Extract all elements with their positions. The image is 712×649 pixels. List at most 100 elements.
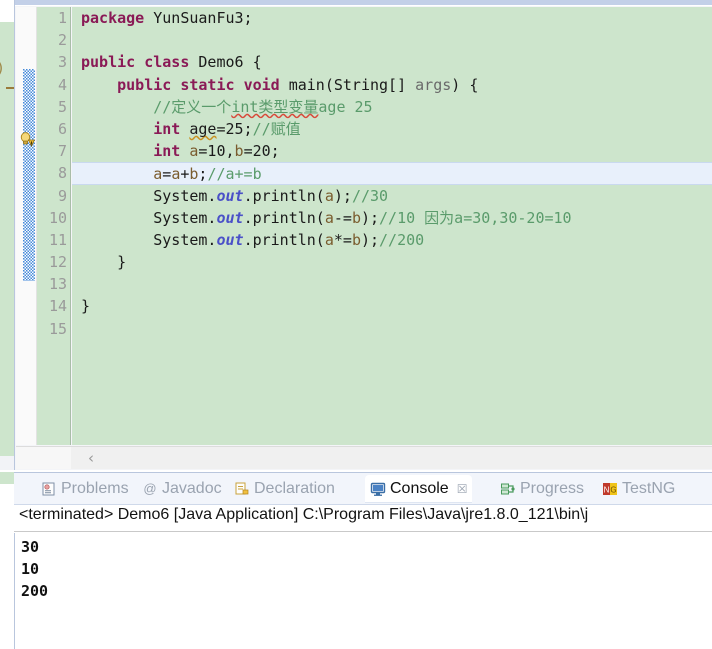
line-number: 12 [48,253,67,272]
code-token: System. [153,208,217,227]
svg-text:N: N [604,486,610,495]
progress-icon [500,481,516,497]
javadoc-at-icon: @ [142,481,158,497]
code-line[interactable]: } [72,251,712,273]
console-icon [370,481,386,497]
code-line[interactable]: int a=10,b=20; [72,140,712,162]
code-token: static [180,75,235,94]
tab-label: Declaration [254,480,335,497]
code-token: ); [360,230,380,249]
code-token: //30 [351,186,389,205]
editor-horizontal-scrollbar[interactable]: ‹ [16,446,712,469]
tab-console[interactable]: Console ☒ [365,475,473,503]
code-token: //赋值 [252,119,301,138]
code-token: = [162,165,172,184]
editor-annotation-gutter[interactable] [16,7,37,445]
code-line[interactable]: a=a+b;//a+=b [72,162,712,185]
sliver-bottom-gap [0,456,14,470]
code-line[interactable] [72,273,712,295]
code-line[interactable]: System.out.println(a);//30 [72,185,712,207]
line-number: 15 [48,319,67,338]
line-number: 3 [57,53,67,72]
code-token: class [144,53,190,72]
code-line[interactable]: int age=25;//赋值 [72,118,712,140]
svg-text:G: G [610,486,616,495]
code-line[interactable]: public class Demo6 { [72,51,712,73]
code-line[interactable]: public static void main(String[] args) { [72,74,712,96]
code-token: //200 [379,230,425,249]
code-token: age 25 [318,97,373,116]
code-line[interactable]: System.out.println(a-=b);//10 因为a=30,30-… [72,207,712,229]
code-token: ); [333,186,352,205]
bottom-panel-left-edge [0,472,14,648]
close-icon[interactable]: ☒ [457,482,468,496]
console-output[interactable]: 30 10 200 [14,533,698,649]
source-code-canvas[interactable]: package YunSuanFu3; public class Demo6 {… [72,7,712,445]
bottom-panel-left-edge-green [0,472,14,484]
code-token: age [189,119,217,138]
code-token: b [351,208,361,227]
tab-problems[interactable]: Problems [36,475,134,503]
code-token: void [243,75,280,94]
scroll-left-arrow-icon[interactable]: ‹ [88,451,94,466]
code-token: ) { [451,75,479,94]
tab-label: Progress [520,480,585,497]
svg-text:@: @ [143,481,156,496]
code-token: Demo6 { [198,53,262,72]
code-line[interactable]: package YunSuanFu3; [72,7,712,29]
code-token: int [153,142,181,161]
code-line[interactable] [72,318,712,340]
lightbulb-warning-icon[interactable] [19,131,36,147]
sliver-top-gap [0,0,14,22]
folding-region-bar[interactable] [23,69,35,281]
code-token: b [351,230,361,249]
line-number: 1 [57,9,67,27]
line-number: 14 [48,297,67,316]
line-number: 6 [57,119,67,138]
line-number: 9 [57,186,67,205]
code-token: } [81,253,127,272]
java-editor[interactable]: 1 2 3 4 5 6 7 8 9 10 11 12 13 14 15 package YunSuanFu3… [14,0,712,470]
code-token: a [324,230,334,249]
line-number: 2 [57,31,67,50]
line-number: 4 [57,75,67,94]
tab-label: TestNG [622,480,676,497]
code-line[interactable] [72,29,712,51]
tab-label: Problems [61,480,129,497]
code-token: .println( [243,230,325,249]
code-token: //定义一个 [153,97,232,116]
code-token: args [415,75,452,94]
tab-declaration[interactable]: Declaration [229,475,340,503]
code-token: System. [153,230,217,249]
console-output-line: 10 [21,560,40,578]
console-process-label: <terminated> Demo6 [Java Application] C:… [14,506,712,532]
tab-progress[interactable]: Progress [495,475,589,503]
code-token: package [81,9,145,27]
code-line[interactable]: } [72,295,712,317]
sliver-partial-glyph: ) [0,59,5,77]
bottom-panel-tab-bar[interactable]: Problems @ Javadoc Declaration Console ☒ Progr… [14,473,712,505]
code-token: public [81,53,136,72]
tab-testng[interactable]: N G TestNG [597,475,680,503]
code-token: int [153,119,181,138]
code-token: main(String[] [288,75,416,94]
code-token: int类型变量 [231,97,319,116]
line-number-ruler: 1 2 3 4 5 6 7 8 9 10 11 12 13 14 15 [37,7,71,445]
tab-javadoc[interactable]: @ Javadoc [137,475,227,503]
code-token: System. [153,186,217,205]
editor-tab-strip [15,0,712,6]
bottom-view-panel: Problems @ Javadoc Declaration Console ☒ Progr… [14,472,712,649]
declaration-icon [234,481,250,497]
code-token: YunSuanFu3; [153,9,253,27]
tab-label: Console [390,480,449,497]
code-line[interactable]: //定义一个int类型变量age 25 [72,96,712,118]
code-token: *= [333,230,352,249]
code-line[interactable]: System.out.println(a*=b);//200 [72,229,712,251]
